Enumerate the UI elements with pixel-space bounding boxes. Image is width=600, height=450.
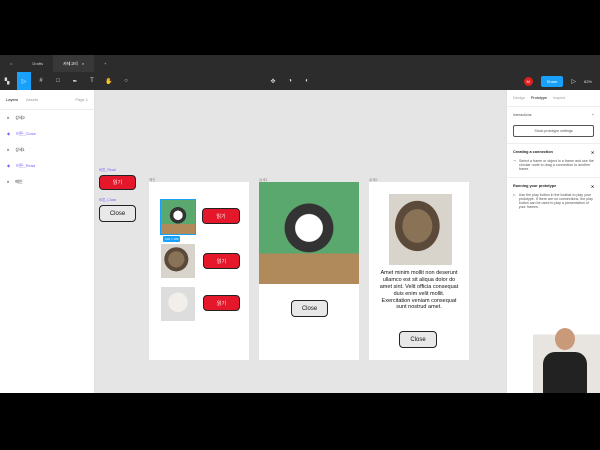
home-tab[interactable]: ⌂ [0,55,22,72]
close-button[interactable]: Close [291,300,328,317]
cat-image [259,182,359,284]
tab-inspect[interactable]: Inspect [553,96,565,100]
frame-tool-icon[interactable]: # [34,72,48,90]
move-tool-icon[interactable]: ▷ [17,72,31,90]
layer-label: 메인 [15,179,23,184]
tab-file-label: 카테고리 [63,60,78,66]
cat-image-selected[interactable] [160,199,196,235]
layer-label: 버튼_Close [16,131,36,136]
interactions-heading: Interactions [513,113,532,117]
canvas[interactable]: 버튼_Read 읽기 버튼_Close Close 메인 106 × 106 읽… [95,90,506,393]
play-icon: ▷ [513,193,516,197]
frame-icon: # [7,147,10,152]
properties-panel: Design Prototype Inspect Interactions + S… [506,90,600,393]
frame-detail2[interactable]: Amet minim mollit non deserunt ullamco e… [369,182,469,360]
toolbar: ▚ ▷ # □ ✒ T ✋ ○ ✥ ◑ ◐ M Share ▷ 62% [0,72,600,90]
frame-main[interactable]: 106 × 106 읽기 읽기 읽기 [149,182,249,360]
pen-tool-icon[interactable]: ✒ [68,72,82,90]
new-tab-button[interactable]: + [94,55,116,72]
layer-item[interactable]: ◆ 버튼_Read [0,158,94,174]
close-button[interactable]: Close [399,331,437,348]
tab-prototype[interactable]: Prototype [531,96,547,100]
play-icon[interactable]: ▷ [571,78,576,85]
read-button[interactable]: 읽기 [203,253,240,269]
component-icon: ◆ [7,163,11,168]
layer-item[interactable]: # 메인 [0,174,94,190]
frame-icon: # [7,115,10,120]
zoom-level[interactable]: 62% [584,79,592,84]
title-bar: ⌂ Drafts 카테고리 × + [0,55,600,72]
tab-assets[interactable]: Assets [26,97,38,102]
mask-icon[interactable]: ◑ [283,72,297,90]
close-icon[interactable]: ✕ [591,150,594,155]
read-button[interactable]: 읽기 [202,208,240,224]
layer-label: 상세2 [15,115,25,120]
running-text: Use the play button in the toolbar to pl… [518,193,593,209]
connection-icon: ⊸ [513,159,517,163]
add-icon[interactable]: + [592,113,594,117]
read-button[interactable]: 읽기 [203,295,240,311]
tab-drafts[interactable]: Drafts [22,55,53,72]
home-icon: ⌂ [10,61,13,66]
main-menu-icon[interactable]: ▚ [0,72,14,90]
close-component-button[interactable]: Close [99,205,136,222]
layers-panel: Layers Assets Page 1 # 상세2 ◆ 버튼_Close # 상세1 ◆… [0,90,95,393]
layer-item[interactable]: ◆ 버튼_Close [0,126,94,142]
close-icon[interactable]: ✕ [591,184,594,189]
cat-image [389,194,452,265]
connection-text: Select a frame or object in a frame and … [519,159,594,171]
layer-item[interactable]: # 상세1 [0,142,94,158]
running-heading: Running your prototype [513,184,557,188]
layer-label: 버튼_Read [16,163,36,168]
frame-detail1[interactable]: Close [259,182,359,360]
component-label-read: 버튼_Read [99,168,116,172]
size-badge: 106 × 106 [163,236,181,242]
hand-tool-icon[interactable]: ✋ [102,72,116,90]
presenter-webcam [533,320,600,393]
share-button[interactable]: Share [540,75,564,87]
read-component-button[interactable]: 읽기 [99,175,136,190]
tab-design[interactable]: Design [513,96,525,100]
contrast-icon[interactable]: ◐ [300,72,314,90]
layer-label: 상세1 [15,147,25,152]
close-icon[interactable]: × [82,61,84,66]
tab-layers[interactable]: Layers [6,97,18,102]
cat-image [161,287,195,321]
detail-text: Amet minim mollit non deserunt ullamco e… [379,270,459,311]
frame-icon: # [7,179,10,184]
tab-file[interactable]: 카테고리 × [53,55,95,72]
text-tool-icon[interactable]: T [85,72,99,90]
avatar[interactable]: M [523,76,533,86]
show-prototype-settings-button[interactable]: Show prototype settings [513,125,594,137]
layer-item[interactable]: # 상세2 [0,110,94,126]
component-label-close: 버튼_Close [99,198,117,202]
cat-image [161,244,195,278]
shape-tool-icon[interactable]: □ [51,72,65,90]
page-select[interactable]: Page 1 [75,97,88,102]
comment-tool-icon[interactable]: ○ [119,72,133,90]
figma-app: ⌂ Drafts 카테고리 × + ▚ ▷ # □ ✒ T ✋ ○ ✥ ◑ ◐ M… [0,55,600,393]
connection-heading: Creating a connection [513,150,553,154]
component-icon[interactable]: ✥ [266,72,280,90]
component-icon: ◆ [7,131,11,136]
